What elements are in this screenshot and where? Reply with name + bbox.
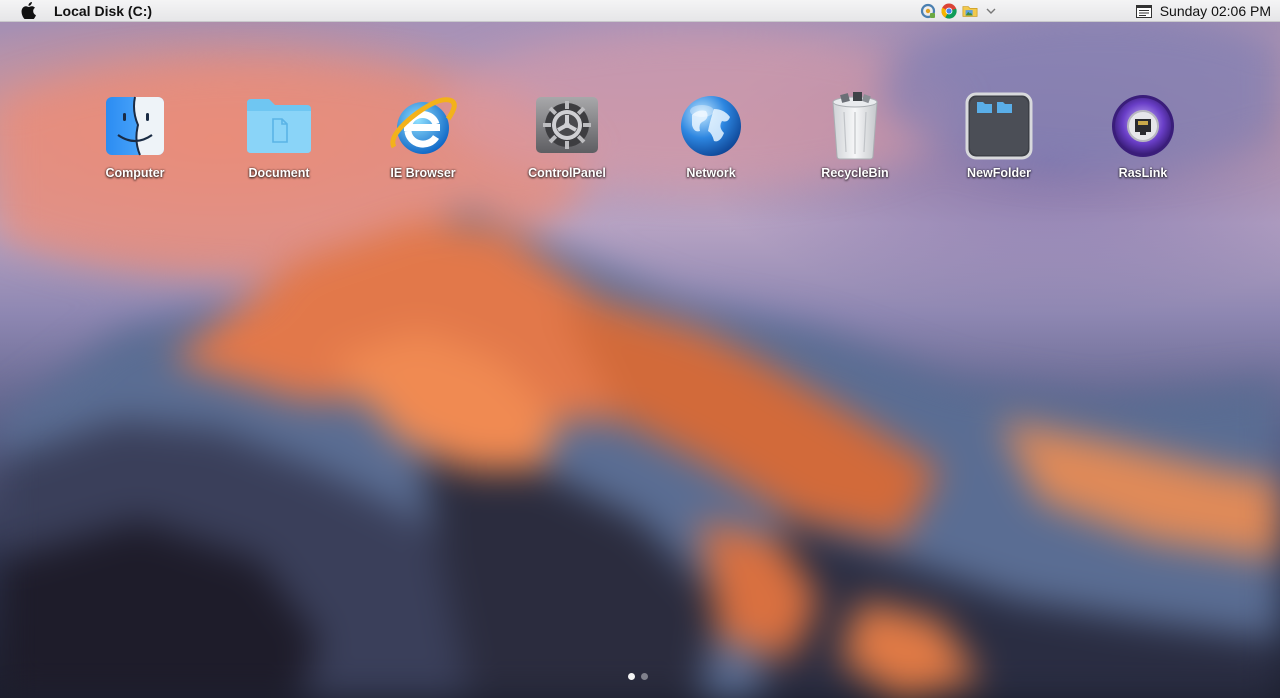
system-tray [920,2,999,20]
desktop-icon-label: RasLink [1118,166,1168,180]
folder-image-icon[interactable] [962,3,978,19]
desktop-icon-document[interactable]: Document [224,88,334,188]
menu-bar: Local Disk (C:) Sunday 02:06 PM [0,0,1280,22]
folder-icon [241,88,317,164]
desktop-icon-label: NewFolder [967,166,1031,180]
chevron-down-icon[interactable] [983,3,999,19]
chrome-icon[interactable] [941,3,957,19]
desktop-icon-recycle-bin[interactable]: RecycleBin [800,88,910,188]
page-dot-1[interactable] [628,672,635,680]
system-preferences-icon [529,88,605,164]
desktop-icons: Computer Document IE Browser ControlPane… [0,88,1280,198]
page-indicator [628,671,648,681]
settings-tray-icon[interactable] [920,3,936,19]
menu-clock[interactable]: Sunday 02:06 PM [1160,3,1271,19]
page-dot-2[interactable] [641,672,648,680]
desktop-icon-ie-browser[interactable]: IE Browser [368,88,478,188]
desktop-icon-label: Document [248,166,310,180]
desktop-icon-label: Computer [105,166,165,180]
globe-icon [673,88,749,164]
network-port-icon [1105,88,1181,164]
desktop-icon-label: RecycleBin [821,166,889,180]
desktop-icon-control-panel[interactable]: ControlPanel [512,88,622,188]
desktop-icon-network[interactable]: Network [656,88,766,188]
apple-icon[interactable] [17,0,39,22]
internet-explorer-icon [385,88,461,164]
folder-stack-icon [961,88,1037,164]
notification-center-icon[interactable] [1135,4,1152,18]
desktop-icon-raslink[interactable]: RasLink [1088,88,1198,188]
clock-area: Sunday 02:06 PM [1135,0,1271,22]
desktop-icon-computer[interactable]: Computer [80,88,190,188]
trash-icon [817,88,893,164]
desktop-icon-label: ControlPanel [528,166,606,180]
desktop-icon-label: IE Browser [390,166,456,180]
finder-icon [97,88,173,164]
desktop-icon-label: Network [686,166,736,180]
active-window-title[interactable]: Local Disk (C:) [54,3,152,19]
desktop-icon-new-folder[interactable]: NewFolder [944,88,1054,188]
